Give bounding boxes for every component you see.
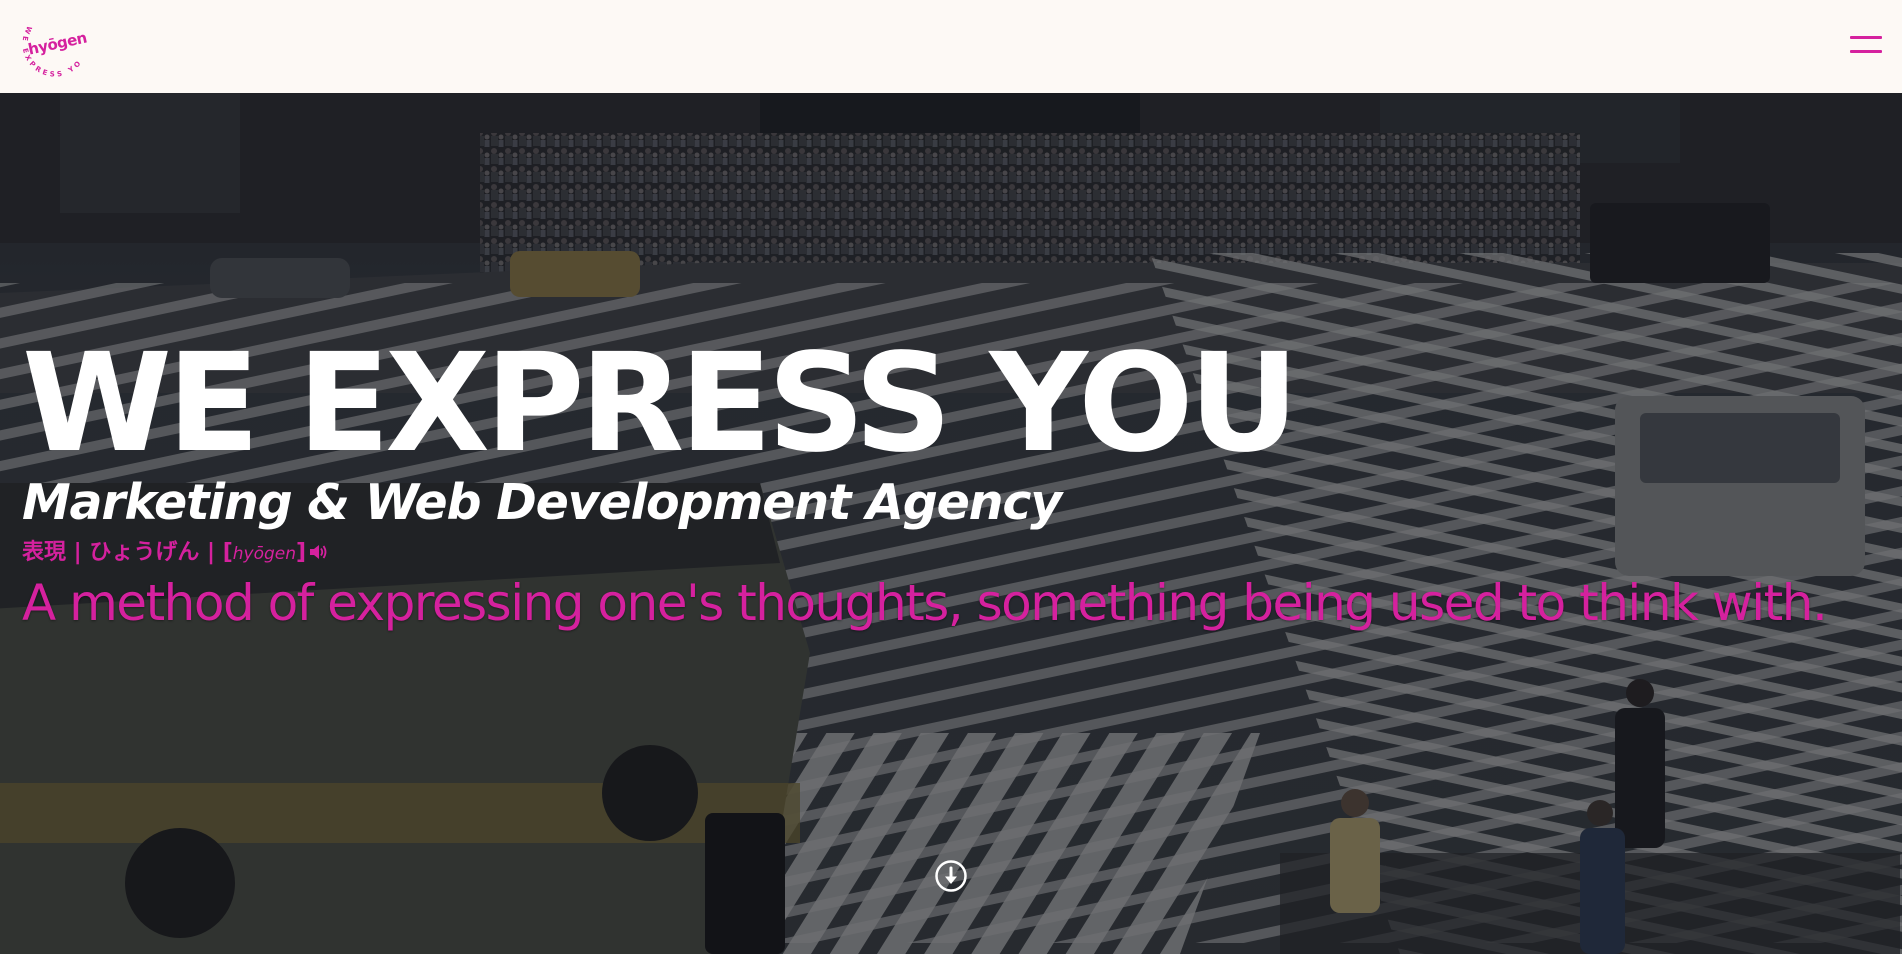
hamburger-menu-icon[interactable]: [1848, 34, 1884, 58]
site-header: WE EXPRESS YOU hyōgen: [0, 0, 1902, 93]
menu-line: [1850, 36, 1882, 39]
logo[interactable]: WE EXPRESS YOU hyōgen: [12, 24, 87, 84]
arrow-down-circle-icon[interactable]: [934, 859, 968, 893]
logo-mark: WE EXPRESS YOU hyōgen: [12, 24, 87, 79]
hero: WE EXPRESS YOU Marketing & Web Developme…: [0, 93, 1902, 954]
definition-text: A method of expressing one's thoughts, s…: [22, 574, 1828, 632]
hero-subtitle: Marketing & Web Development Agency: [22, 474, 1062, 531]
pronunciation-japanese: 表現 | ひょうげん | [: [22, 540, 233, 565]
pronunciation-close: ]: [296, 540, 307, 565]
menu-line: [1850, 50, 1882, 53]
logo-text: hyōgen: [27, 29, 87, 59]
speaker-icon[interactable]: [308, 543, 328, 561]
hero-title: WE EXPRESS YOU: [22, 325, 1299, 483]
pronunciation-romaji: hyōgen: [232, 544, 297, 564]
pronunciation: 表現 | ひょうげん | [hyōgen]: [22, 542, 328, 564]
